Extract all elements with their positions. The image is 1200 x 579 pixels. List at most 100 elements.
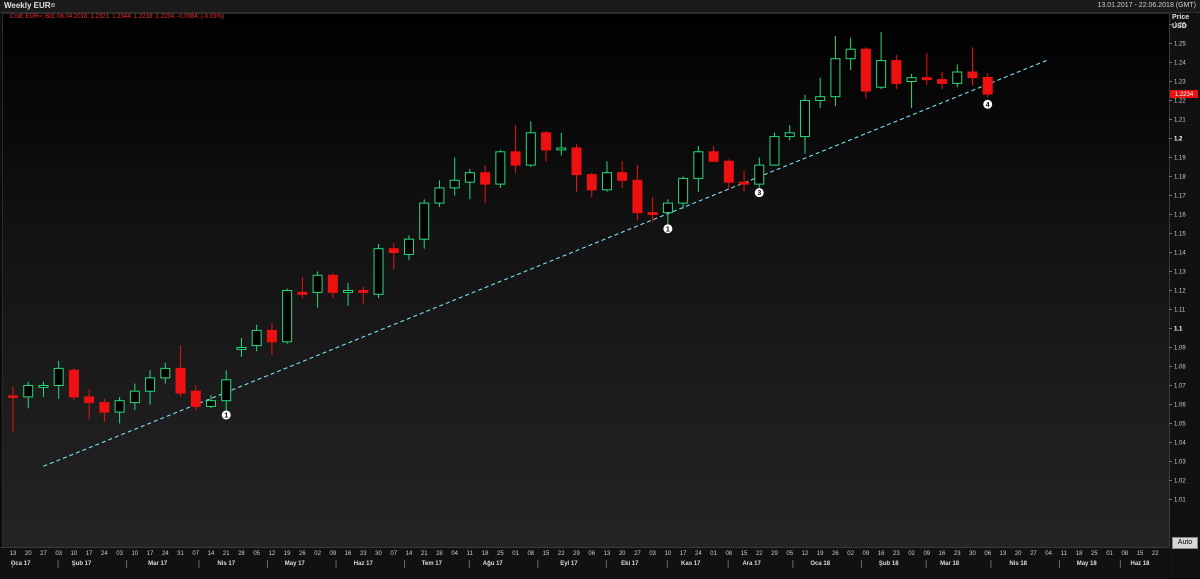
x-tick-label: 01 [512,551,519,557]
x-tick-label: 16 [345,551,352,557]
x-tick-label: 09 [863,551,870,557]
candle-up [678,177,689,204]
x-tick-label: 16 [878,551,885,557]
x-tick-label: 06 [984,551,991,557]
x-tick-label: 06 [588,551,595,557]
x-tick-label: 22 [756,551,763,557]
candle-up [114,400,125,413]
candle-down [388,248,399,253]
y-tick-label: 1.07 [1174,384,1186,390]
x-tick-label: 01 [710,551,717,557]
x-tick-label: 12 [802,551,809,557]
candle-up [23,385,34,398]
x-tick-label: 13 [1000,551,1007,557]
x-tick-label: 17 [86,551,93,557]
y-tick-label: 1.25 [1174,42,1186,48]
chart-window: Weekly EUR= 13.01.2017 - 22.06.2018 (GMT… [0,0,1200,579]
y-tick-label: 1.18 [1174,175,1186,181]
month-label: Mar 17 [148,561,168,567]
x-tick-label: 17 [147,551,154,557]
candle-down [723,160,734,183]
month-label: Şub 17 [72,561,92,567]
x-tick-label: 26 [832,551,839,557]
y-tick-label: 1.06 [1174,403,1186,409]
candle-up [525,132,536,166]
month-label: Ara 17 [742,561,761,567]
x-tick-label: 20 [1015,551,1022,557]
candle-up [221,379,232,402]
candle-up [312,274,323,293]
x-tick-label: 30 [375,551,382,557]
last-price-value: 1.2234 [1175,92,1194,98]
candle-up [952,71,963,84]
month-label: Eyl 17 [560,561,578,567]
x-tick-label: 22 [558,551,565,557]
x-tick-label: 28 [436,551,443,557]
x-tick-label: 14 [208,551,215,557]
x-tick-label: 11 [467,551,474,557]
x-tick-label: 30 [969,551,976,557]
x-tick-label: 20 [25,551,32,557]
candle-up [906,77,917,82]
candle-down [571,147,582,176]
month-label: Eki 17 [621,561,639,567]
month-label: Şub 18 [879,561,899,567]
x-tick-label: 18 [482,551,489,557]
candle-up [769,136,780,166]
month-label: Haz 18 [1131,561,1151,567]
x-tick-label: 09 [923,551,930,557]
candle-down [327,274,338,293]
x-tick-label: 28 [238,551,245,557]
y-tick-label: 1.26 [1174,23,1186,29]
candle-down [967,71,978,79]
candle-down [84,396,95,404]
month-label: May 17 [285,561,306,567]
x-tick-label: 16 [939,551,946,557]
x-tick-label: 02 [908,551,915,557]
y-tick-label: 1.2 [1174,137,1183,143]
candle-down [190,390,201,407]
x-tick-label: 13 [10,551,17,557]
candle-down [891,60,902,84]
x-tick-label: 03 [649,551,656,557]
wave-marker-label: 4 [986,102,990,109]
x-tick-label: 05 [253,551,260,557]
month-label: May 18 [1077,561,1098,567]
x-tick-label: 17 [680,551,687,557]
x-tick-label: 08 [527,551,534,557]
candle-down [921,77,932,81]
y-tick-label: 1.21 [1174,118,1186,124]
y-tick-label: 1.02 [1174,479,1186,485]
y-tick-label: 1.14 [1174,251,1186,257]
x-tick-label: 12 [269,551,276,557]
month-label: Ağu 17 [483,561,504,567]
y-tick-label: 1.05 [1174,422,1186,428]
candle-up [556,147,567,151]
y-tick-label: 1.11 [1174,308,1186,314]
x-tick-label: 31 [177,551,184,557]
candle-down [647,212,658,216]
candle-up [129,390,140,404]
candle-up [815,96,826,101]
candle-up [830,58,841,98]
x-tick-label: 19 [817,551,824,557]
candle-up [38,385,49,388]
month-label: Oca 17 [11,561,31,567]
x-tick-label: 24 [101,551,108,557]
candle-down [937,79,948,84]
x-tick-label: 04 [451,551,458,557]
candle-up [449,179,460,189]
x-tick-label: 02 [847,551,854,557]
y-tick-label: 1.09 [1174,346,1186,352]
x-tick-label: 11 [1061,551,1068,557]
x-tick-label: 26 [299,551,306,557]
y-tick-label: 1.12 [1174,289,1186,295]
y-tick-label: 1.1 [1174,327,1183,333]
candle-down [541,132,552,151]
candle-up [403,238,414,255]
candle-down [982,77,993,95]
month-label: Nis 17 [217,561,235,567]
candle-up [495,151,506,185]
candle-up [343,290,354,293]
x-tick-label: 24 [162,551,169,557]
